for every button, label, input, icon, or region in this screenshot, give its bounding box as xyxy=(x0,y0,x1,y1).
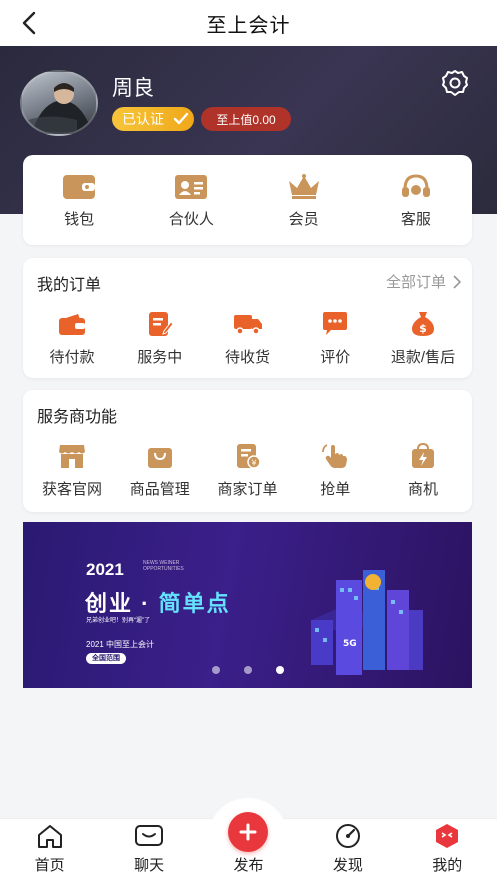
tab-home[interactable]: 首页 xyxy=(15,822,85,875)
avatar[interactable] xyxy=(20,70,98,136)
check-icon xyxy=(173,112,189,125)
tab-label: 我的 xyxy=(432,857,463,874)
quick-item-member[interactable]: 会员 xyxy=(259,172,349,229)
lightning-bag-icon xyxy=(408,442,438,470)
service-item-label: 商品管理 xyxy=(129,481,190,498)
verified-badge-label: 已认证 xyxy=(122,111,164,127)
crown-icon xyxy=(286,172,322,202)
quick-item-label: 客服 xyxy=(400,210,431,228)
order-item-label: 评价 xyxy=(320,349,351,366)
svg-text:5G: 5G xyxy=(343,639,357,649)
tab-chat[interactable]: 聊天 xyxy=(114,822,184,875)
wallet-icon xyxy=(61,172,97,202)
tab-label: 首页 xyxy=(34,857,65,874)
compass-icon xyxy=(333,822,363,850)
tab-mine[interactable]: 我的 xyxy=(412,822,482,875)
service-item-label: 获客官网 xyxy=(41,481,102,498)
all-orders-link[interactable]: 全部订单 xyxy=(386,271,462,292)
svg-text:$: $ xyxy=(419,322,427,335)
value-badge[interactable]: 至上值0.00 xyxy=(201,107,291,131)
gear-icon[interactable] xyxy=(440,68,470,98)
service-item-label: 商机 xyxy=(407,481,438,498)
carousel-dot[interactable] xyxy=(211,666,220,674)
tab-discover[interactable]: 发现 xyxy=(313,822,383,875)
storefront-icon xyxy=(57,442,87,470)
home-icon xyxy=(35,822,65,850)
order-item-in-service[interactable]: 服务中 xyxy=(117,310,203,367)
comment-icon xyxy=(320,310,350,338)
hand-tap-icon xyxy=(320,442,350,470)
shopping-bag-icon xyxy=(145,442,175,470)
order-item-review[interactable]: 评价 xyxy=(292,310,378,367)
order-item-pending-receipt[interactable]: 待收货 xyxy=(205,310,291,367)
id-card-icon xyxy=(173,172,209,202)
quick-actions-card: 钱包 合伙人 会员 客服 xyxy=(23,155,472,245)
service-item-website[interactable]: 获客官网 xyxy=(29,442,115,499)
tab-label: 发布 xyxy=(233,857,264,874)
all-orders-label: 全部订单 xyxy=(385,274,446,291)
service-item-opportunity[interactable]: 商机 xyxy=(380,442,466,499)
banner-region-pill: 全国范围 xyxy=(86,653,126,664)
carousel-dot[interactable] xyxy=(243,666,252,674)
carousel-dot-active[interactable] xyxy=(275,666,284,674)
quick-item-service[interactable]: 客服 xyxy=(371,172,461,229)
tab-label: 聊天 xyxy=(134,857,165,874)
banner-small-text: NEWS WEINER OPPORTUNITIES xyxy=(143,560,184,572)
quick-item-partner[interactable]: 合伙人 xyxy=(146,172,236,229)
quick-item-label: 合伙人 xyxy=(168,210,214,228)
order-item-label: 待付款 xyxy=(49,349,95,366)
profile-face-icon xyxy=(432,822,462,850)
order-item-refund[interactable]: $ 退款/售后 xyxy=(380,310,466,367)
service-item-merchant-orders[interactable]: ¥ 商家订单 xyxy=(205,442,291,499)
publish-button[interactable] xyxy=(228,812,268,852)
banner-headline: 创业 · 简单点 xyxy=(85,586,231,618)
truck-icon xyxy=(233,310,263,338)
section-title: 我的订单 xyxy=(37,277,102,294)
tab-label: 发现 xyxy=(332,857,363,874)
user-name: 周良 xyxy=(112,77,154,100)
service-item-label: 抢单 xyxy=(320,481,351,498)
headset-icon xyxy=(398,172,434,202)
nav-bar: 至上会计 xyxy=(0,0,497,46)
section-title: 服务商功能 xyxy=(37,409,118,426)
quick-item-wallet[interactable]: 钱包 xyxy=(34,172,124,229)
plus-icon xyxy=(239,823,257,841)
order-document-icon: ¥ xyxy=(233,442,263,470)
banner-headline-part-b: 简单点 xyxy=(158,591,231,616)
order-item-pending-payment[interactable]: 待付款 xyxy=(29,310,115,367)
provider-functions-card: 服务商功能 获客官网 商品管理 ¥ 商家订单 抢单 商机 xyxy=(23,390,472,512)
banner-year: 2021 xyxy=(86,560,124,579)
svg-text:¥: ¥ xyxy=(251,459,256,468)
banner-headline-part-a: 创业 xyxy=(85,591,134,616)
banner-headline-separator: · xyxy=(141,591,151,616)
chevron-right-icon xyxy=(453,274,462,289)
quick-item-label: 钱包 xyxy=(64,210,95,228)
promo-banner[interactable]: 2021 NEWS WEINER OPPORTUNITIES 创业 · 简单点 … xyxy=(23,522,472,688)
order-item-label: 退款/售后 xyxy=(390,349,456,366)
banner-slogan: 兄弟创业吧！别再“遛”了 xyxy=(86,618,150,624)
page-title: 至上会计 xyxy=(206,14,291,37)
service-item-grab-order[interactable]: 抢单 xyxy=(292,442,378,499)
order-item-label: 待收货 xyxy=(224,349,270,366)
chat-icon xyxy=(134,822,164,850)
wallet-icon xyxy=(57,310,87,338)
my-orders-card: 我的订单 全部订单 待付款 服务中 待收货 评价 $ 退款/售后 xyxy=(23,258,472,378)
order-item-label: 服务中 xyxy=(137,349,183,366)
carousel-indicator[interactable] xyxy=(23,666,472,674)
service-item-products[interactable]: 商品管理 xyxy=(117,442,203,499)
money-bag-icon: $ xyxy=(408,310,438,338)
edit-document-icon xyxy=(145,310,175,338)
city-illustration: 5G xyxy=(311,570,423,675)
quick-item-label: 会员 xyxy=(288,210,319,228)
verified-badge: 已认证 xyxy=(112,107,194,131)
chevron-left-icon[interactable] xyxy=(16,9,44,37)
service-item-label: 商家订单 xyxy=(217,481,278,498)
banner-subtitle: 2021 中国至上会计 xyxy=(86,640,155,649)
